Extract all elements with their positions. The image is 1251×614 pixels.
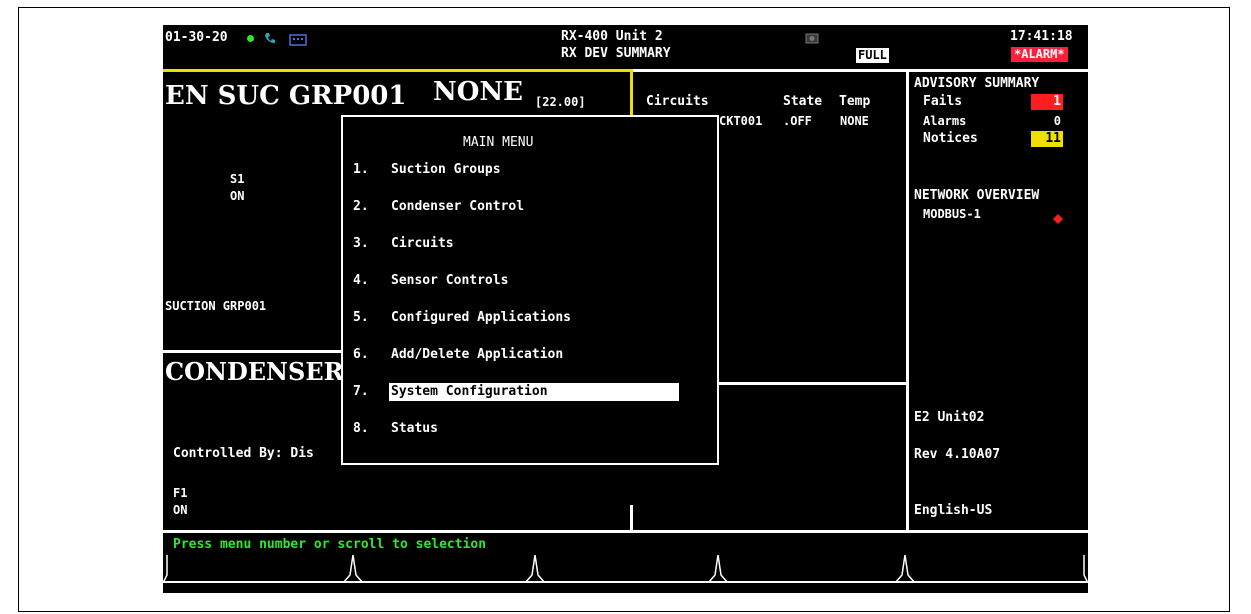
function-key-1[interactable] [167, 555, 349, 583]
circuits-divider [718, 382, 909, 385]
status-divider [163, 530, 1088, 533]
fan-label: F1 [173, 486, 188, 500]
function-key-5[interactable] [908, 555, 1084, 583]
device-unit: E2 Unit02 [914, 410, 985, 425]
keyboard-icon [289, 31, 307, 46]
alarms-count[interactable]: 0 [1031, 113, 1063, 129]
suction-label: SUCTION GRP001 [165, 299, 267, 313]
controlled-by-text: Controlled By: Dis [173, 446, 314, 461]
full-badge: FULL [856, 48, 889, 63]
main-menu-title: MAIN MENU [463, 135, 534, 150]
main-menu: MAIN MENU 1. Suction Groups 2. Condenser C… [341, 115, 719, 465]
top-divider [633, 69, 1088, 72]
phone-icon [263, 30, 277, 44]
network-title: NETWORK OVERVIEW [914, 188, 1040, 203]
stage-label: S1 [230, 172, 245, 186]
fails-count[interactable]: 1 [1031, 94, 1063, 110]
function-key-baseline [163, 581, 1088, 583]
circuits-title: Circuits [646, 94, 709, 109]
fan-state: ON [173, 503, 188, 517]
notices-count[interactable]: 11 [1031, 131, 1063, 147]
alarms-label: Alarms [923, 114, 967, 128]
circuit-row-name: CKT001 [719, 114, 763, 128]
status-message: Press menu number or scroll to selection [173, 537, 487, 552]
header-date: 01-30-20 [165, 30, 228, 45]
network-fault-icon [1053, 209, 1063, 224]
circuits-col-temp: Temp [839, 94, 871, 109]
function-key-3[interactable] [538, 555, 715, 583]
menu-item-suction-groups[interactable]: 1. Suction Groups [353, 161, 501, 179]
function-key-bar [163, 555, 1088, 583]
device-language: English-US [914, 503, 993, 518]
advisory-title: ADVISORY SUMMARY [914, 76, 1040, 91]
header-time: 17:41:18 [1010, 29, 1073, 44]
status-dot-icon [247, 35, 254, 42]
fails-label: Fails [923, 94, 963, 109]
circuit-row-state: .OFF [783, 114, 812, 128]
menu-item-add-delete-application[interactable]: 6. Add/Delete Application [353, 346, 563, 364]
yellow-divider [163, 69, 633, 72]
suction-group-status: NONE [433, 77, 523, 107]
menu-item-status[interactable]: 8. Status [353, 420, 438, 438]
menu-item-system-configuration[interactable]: 7. System Configuration [353, 383, 679, 401]
stage-state: ON [230, 189, 245, 203]
menu-item-circuits[interactable]: 3. Circuits [353, 235, 454, 253]
circuits-col-state: State [783, 94, 823, 109]
suction-group-value: [22.00] [535, 95, 586, 109]
header-title-line2: RX DEV SUMMARY [561, 46, 671, 61]
circuit-row-temp: NONE [840, 114, 869, 128]
controller-screen: 01-30-20 RX-400 Unit 2 RX DEV SUMMARY FU… [163, 25, 1088, 593]
menu-item-configured-applications[interactable]: 5. Configured Applications [353, 309, 571, 327]
alarm-badge[interactable]: *ALARM* [1011, 47, 1068, 62]
condenser-title: CONDENSER0 [165, 357, 361, 386]
menu-item-sensor-controls[interactable]: 4. Sensor Controls [353, 272, 508, 290]
suction-group-title: EN SUC GRP001 [165, 81, 407, 111]
advisory-divider [906, 69, 909, 531]
device-rev: Rev 4.10A07 [914, 447, 1001, 462]
network-item: MODBUS-1 [923, 207, 981, 221]
function-key-4[interactable] [721, 555, 902, 583]
menu-item-condenser-control[interactable]: 2. Condenser Control [353, 198, 524, 216]
header-title-line1: RX-400 Unit 2 [561, 29, 663, 44]
notices-label: Notices [923, 131, 978, 146]
bottom-vertical-divider [630, 505, 633, 531]
condenser-divider [163, 350, 343, 353]
camera-icon [805, 30, 819, 44]
function-key-2[interactable] [356, 555, 532, 583]
